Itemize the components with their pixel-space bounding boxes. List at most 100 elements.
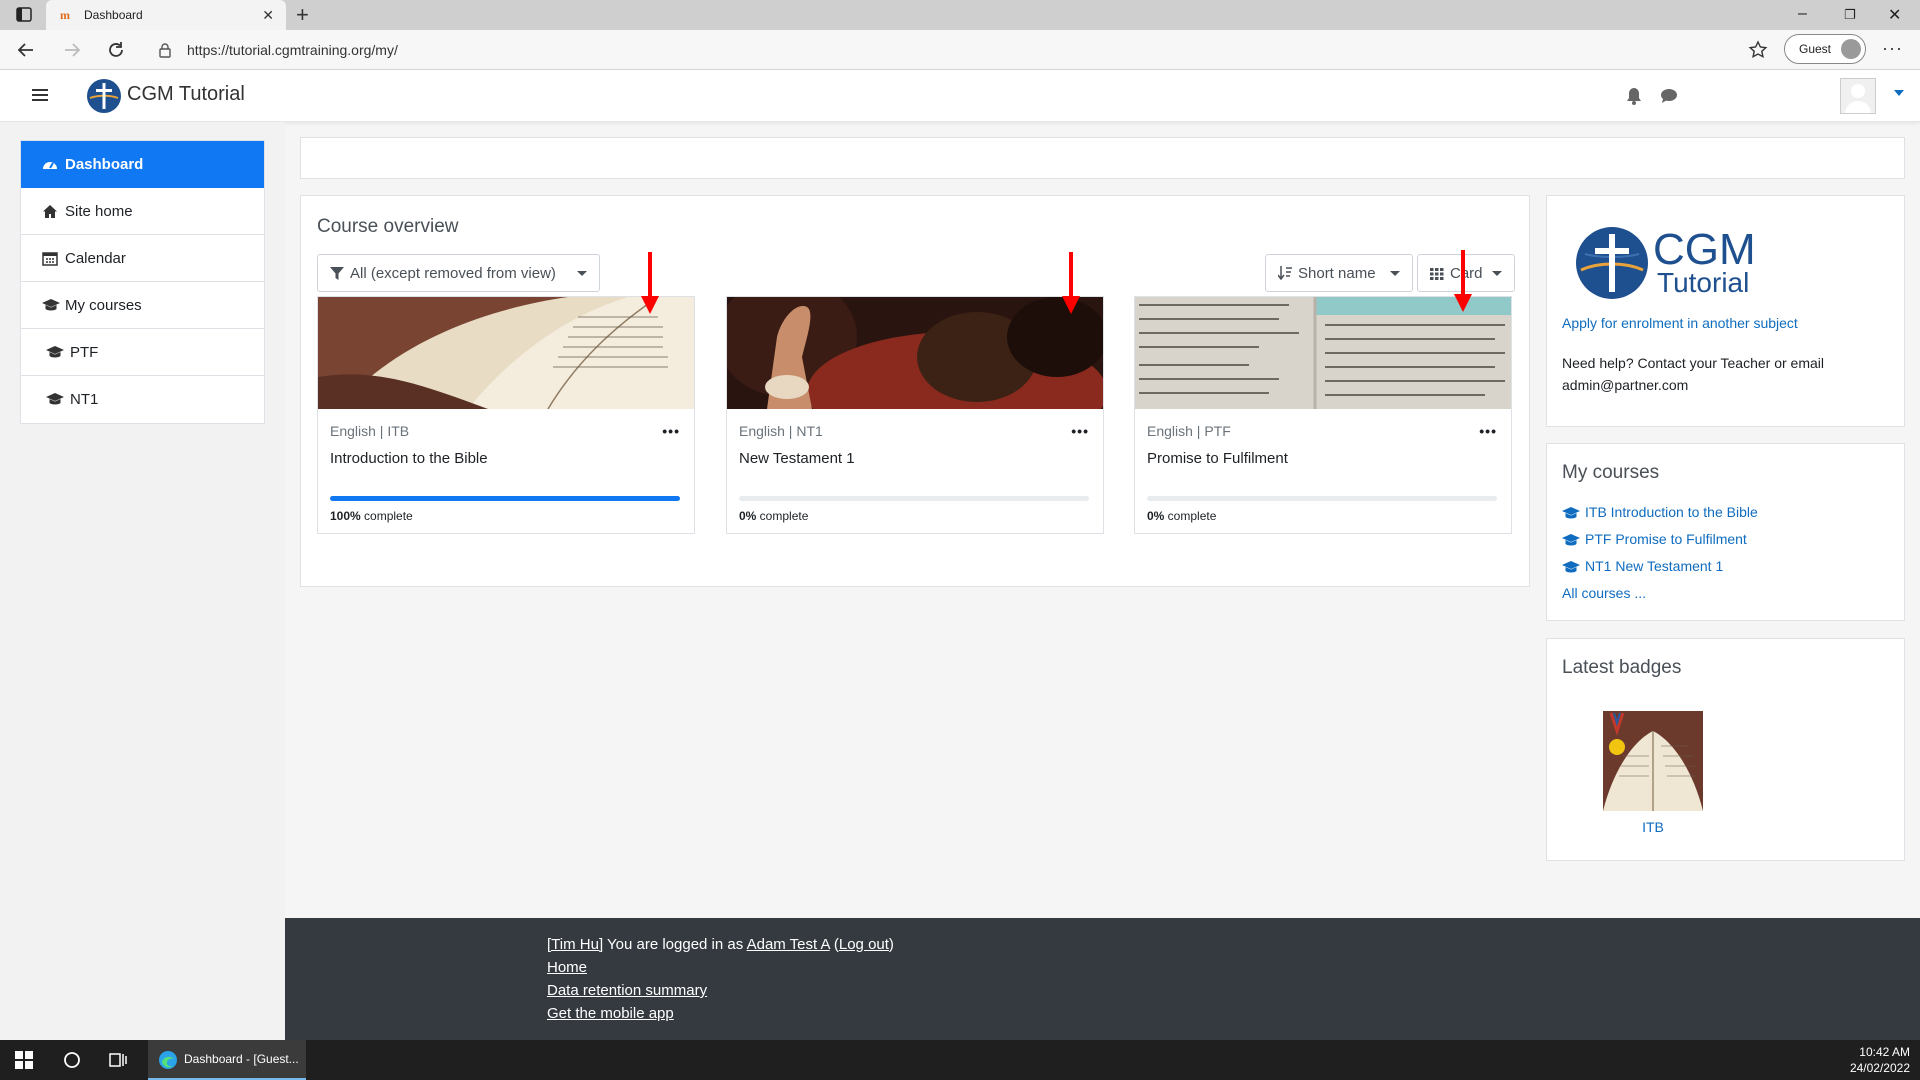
apply-enrolment-link[interactable]: Apply for enrolment in another subject — [1562, 315, 1798, 331]
tab-actions-icon[interactable] — [12, 6, 36, 24]
clock-date: 24/02/2022 — [1849, 1061, 1910, 1075]
cgm-logo-text-line2: Tutorial — [1657, 267, 1750, 298]
filter-icon — [330, 266, 344, 281]
cgm-info-block: CGM Tutorial Apply for enrolment in anot… — [1546, 195, 1905, 427]
browser-tab-title: Dashboard — [84, 8, 143, 22]
all-courses-link[interactable]: All courses ... — [1562, 585, 1646, 601]
course-progress-suffix: complete — [756, 509, 809, 523]
browser-menu-icon[interactable]: ··· — [1882, 38, 1903, 59]
course-image-painting[interactable] — [727, 297, 1103, 409]
course-progress-fill — [330, 496, 680, 501]
windows-start-icon[interactable] — [14, 1050, 34, 1070]
course-progress-bar — [330, 496, 680, 501]
url-field[interactable]: https://tutorial.cgmtraining.org/my/ — [187, 42, 398, 58]
help-text: Need help? Contact your Teacher or email… — [1562, 355, 1825, 393]
lock-icon[interactable] — [158, 42, 172, 58]
course-progress-text: 0% complete — [739, 509, 808, 523]
task-view-icon[interactable] — [108, 1050, 128, 1070]
reload-icon[interactable] — [106, 40, 126, 60]
course-actions-menu-icon[interactable]: ••• — [662, 423, 680, 439]
course-progress-bar — [1147, 496, 1497, 501]
system-clock[interactable]: 10:42 AM 24/02/2022 — [1850, 1044, 1910, 1076]
graduation-cap-icon — [46, 392, 64, 407]
drawer-item-nt1[interactable]: NT1 — [21, 376, 264, 423]
back-icon[interactable] — [16, 40, 36, 60]
footer-home-link[interactable]: Home — [547, 959, 587, 976]
chevron-down-icon — [1492, 271, 1502, 276]
course-actions-menu-icon[interactable]: ••• — [1071, 423, 1089, 439]
notifications-bell-icon[interactable] — [1626, 87, 1642, 105]
drawer-item-label: Dashboard — [65, 156, 144, 173]
course-category: English | PTF — [1147, 423, 1231, 439]
my-course-link[interactable]: PTF Promise to Fulfilment — [1585, 531, 1747, 547]
chevron-down-icon — [1390, 271, 1400, 276]
data-retention-link[interactable]: Data retention summary — [547, 982, 707, 999]
hamburger-menu-icon[interactable] — [32, 87, 50, 103]
taskbar-app-edge[interactable]: Dashboard - [Guest... — [148, 1040, 306, 1080]
course-card-nt1[interactable]: English | NT1 ••• New Testament 1 0% com… — [726, 296, 1104, 534]
course-progress-percent: 100% — [330, 509, 361, 523]
drawer-item-calendar[interactable]: Calendar — [21, 235, 264, 282]
profile-button[interactable]: Guest — [1784, 34, 1866, 64]
favorites-star-icon[interactable] — [1748, 40, 1768, 60]
my-courses-block: My courses ITB Introduction to the Bible… — [1546, 443, 1905, 621]
drawer-item-dashboard[interactable]: Dashboard — [21, 141, 264, 188]
course-progress-suffix: complete — [360, 509, 413, 523]
course-card-ptf[interactable]: English | PTF ••• Promise to Fulfilment … — [1134, 296, 1512, 534]
drawer-item-label: PTF — [70, 344, 99, 361]
minimize-icon[interactable]: – — [1798, 5, 1807, 23]
my-course-link[interactable]: ITB Introduction to the Bible — [1585, 504, 1758, 520]
mobile-app-link[interactable]: Get the mobile app — [547, 1005, 674, 1022]
window-close-icon[interactable]: ✕ — [1888, 5, 1901, 25]
course-actions-menu-icon[interactable]: ••• — [1479, 423, 1497, 439]
restore-icon[interactable]: ❐ — [1844, 7, 1856, 23]
new-tab-icon[interactable]: + — [296, 4, 309, 26]
logged-in-text: You are logged in as — [603, 936, 747, 953]
cgm-globe-cross-icon — [1575, 226, 1649, 300]
course-progress-bar — [739, 496, 1089, 501]
course-card-itb[interactable]: English | ITB ••• Introduction to the Bi… — [317, 296, 695, 534]
course-name-link[interactable]: New Testament 1 — [739, 450, 855, 467]
graduation-cap-icon — [46, 345, 64, 360]
drawer-item-label: Calendar — [65, 250, 126, 267]
course-image-scripture-text[interactable] — [1135, 297, 1511, 409]
calendar-icon — [42, 251, 58, 266]
drawer-item-site-home[interactable]: Site home — [21, 188, 264, 235]
forward-icon[interactable] — [62, 40, 82, 60]
cgm-logo-text-line1: CGM — [1653, 225, 1756, 274]
course-name-link[interactable]: Introduction to the Bible — [330, 450, 488, 467]
drawer-nav-list: Dashboard Site home Calendar My courses … — [20, 140, 265, 424]
user-profile-link[interactable]: Adam Test A — [747, 936, 830, 953]
sort-dropdown[interactable]: Short name — [1265, 254, 1413, 292]
drawer-item-ptf[interactable]: PTF — [21, 329, 264, 376]
my-course-link[interactable]: NT1 New Testament 1 — [1585, 558, 1723, 574]
site-logo-icon[interactable] — [86, 78, 122, 114]
drawer-item-my-courses[interactable]: My courses — [21, 282, 264, 329]
close-tab-icon[interactable]: ✕ — [262, 8, 274, 22]
my-courses-title: My courses — [1562, 462, 1660, 483]
annotation-arrow-down-icon — [1454, 250, 1472, 312]
profile-avatar-icon — [1841, 39, 1861, 59]
course-overview-block: Course overview All (except removed from… — [300, 195, 1530, 587]
browser-tab-dashboard[interactable]: m Dashboard ✕ — [46, 0, 286, 30]
top-block-region — [300, 137, 1905, 179]
graduation-cap-icon — [1562, 560, 1580, 575]
course-filter-dropdown[interactable]: All (except removed from view) — [317, 254, 600, 292]
badge-image[interactable] — [1603, 711, 1703, 811]
logout-link[interactable]: Log out — [839, 936, 889, 953]
course-name-link[interactable]: Promise to Fulfilment — [1147, 450, 1288, 467]
messages-chat-icon[interactable] — [1660, 88, 1678, 104]
user-avatar[interactable] — [1840, 78, 1876, 114]
page-footer: [Tim Hu] You are logged in as Adam Test … — [285, 918, 1920, 1040]
course-image-open-bible[interactable] — [318, 297, 694, 409]
clock-time: 10:42 AM — [1859, 1045, 1910, 1059]
browser-tabstrip: m Dashboard ✕ + – ❐ ✕ — [0, 0, 1920, 30]
badge-name-link[interactable]: ITB — [1603, 819, 1703, 835]
user-menu-caret-icon[interactable] — [1894, 90, 1904, 96]
real-user-link[interactable]: [Tim Hu] — [547, 936, 603, 953]
nav-drawer: Dashboard Site home Calendar My courses … — [0, 122, 285, 1040]
drawer-item-label: NT1 — [70, 391, 99, 408]
search-circle-icon[interactable] — [62, 1050, 82, 1070]
grid-view-icon — [1430, 266, 1444, 281]
site-name[interactable]: CGM Tutorial — [127, 83, 245, 106]
